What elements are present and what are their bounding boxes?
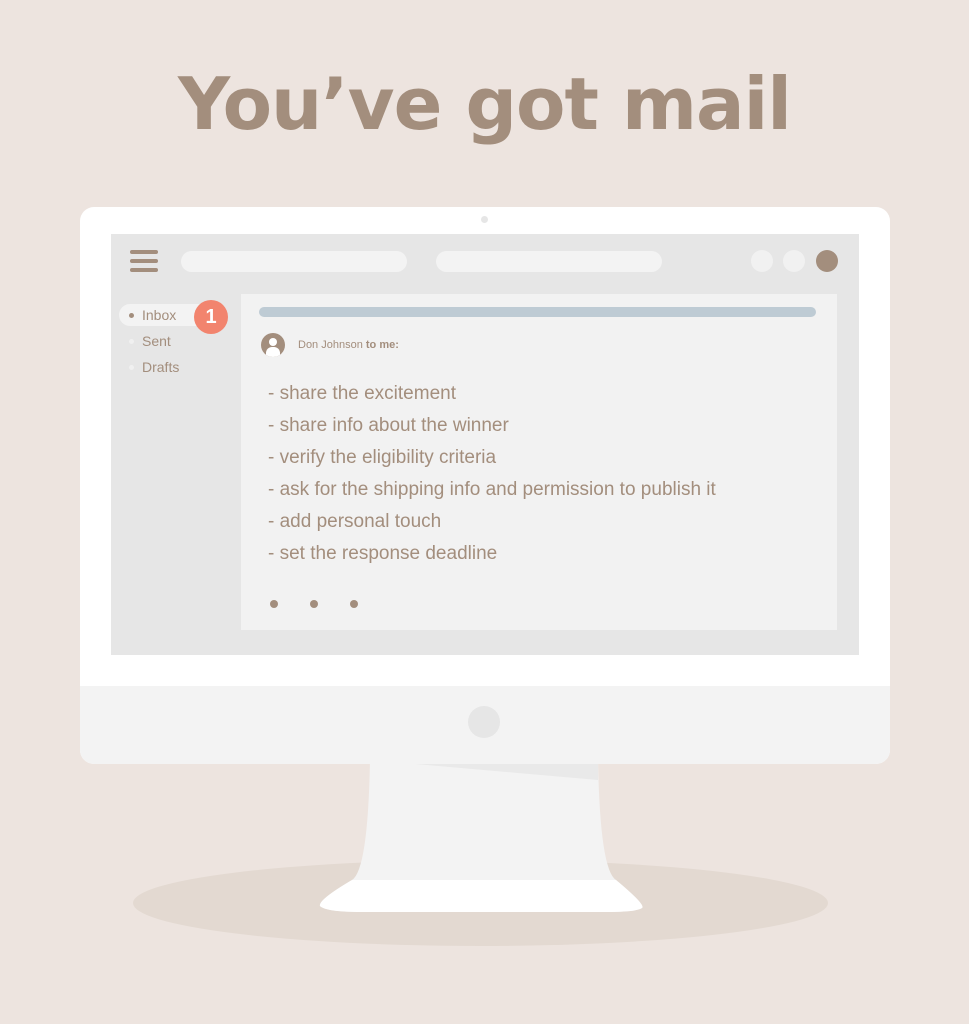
sender-avatar-icon xyxy=(261,333,285,357)
email-line: - verify the eligibility criteria xyxy=(268,447,497,468)
profile-avatar-icon[interactable] xyxy=(816,250,838,272)
sender-name: Don Johnson xyxy=(298,339,366,351)
email-panel: Don Johnson to me: - share the excitemen… xyxy=(241,294,837,630)
email-line: - share the excitement xyxy=(268,383,456,404)
toolbar-circle-icon[interactable] xyxy=(783,250,805,272)
monitor: Inbox Sent Drafts 1 Don Johnson to me: - xyxy=(80,207,890,764)
page-title: You’ve got mail xyxy=(178,62,792,146)
toolbar-circle-icon[interactable] xyxy=(751,250,773,272)
sidebar-item-label: Drafts xyxy=(142,359,180,375)
recipient-text: to me: xyxy=(365,339,399,351)
power-button[interactable] xyxy=(468,706,500,738)
sidebar-item-label: Sent xyxy=(142,333,171,349)
bullet-icon xyxy=(129,338,134,344)
search-bar[interactable] xyxy=(181,251,407,272)
email-line: - share info about the winner xyxy=(268,415,509,436)
unread-count-badge: 1 xyxy=(194,300,228,334)
bullet-icon xyxy=(129,364,134,370)
sidebar-item-drafts[interactable]: Drafts xyxy=(119,356,209,378)
email-line: - ask for the shipping info and permissi… xyxy=(268,479,716,500)
camera-icon xyxy=(481,216,488,223)
screen: Inbox Sent Drafts 1 Don Johnson to me: - xyxy=(111,234,859,655)
email-line: - add personal touch xyxy=(268,511,442,532)
search-bar-secondary[interactable] xyxy=(436,251,662,272)
email-line: - set the response deadline xyxy=(268,543,498,564)
subject-bar xyxy=(259,307,816,317)
monitor-stand xyxy=(319,760,643,912)
hamburger-icon[interactable] xyxy=(130,250,158,272)
sidebar-item-label: Inbox xyxy=(142,307,177,323)
email-body: - share the excitement - share info abou… xyxy=(268,378,716,570)
bullet-icon xyxy=(129,312,134,318)
sender-line: Don Johnson to me: xyxy=(298,339,399,351)
sidebar-item-sent[interactable]: Sent xyxy=(119,330,209,352)
more-dots-icon[interactable] xyxy=(270,600,358,608)
